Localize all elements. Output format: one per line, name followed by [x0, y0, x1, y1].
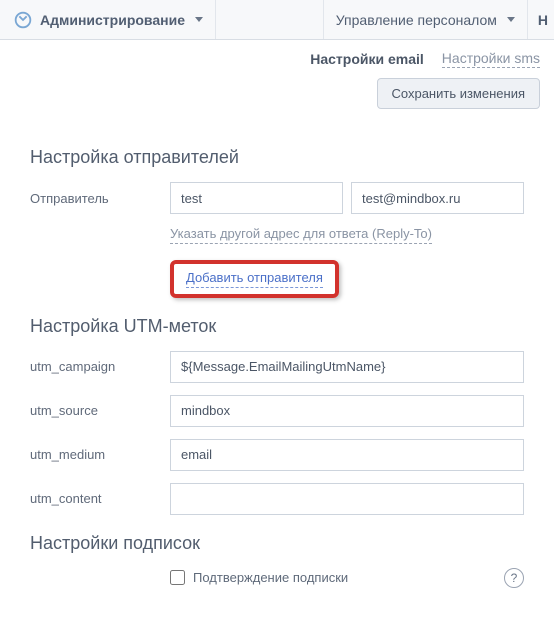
tab-email-settings[interactable]: Настройки email	[310, 51, 424, 67]
utm-campaign-row: utm_campaign	[30, 351, 524, 383]
reply-to-link[interactable]: Указать другой адрес для ответа (Reply-T…	[170, 226, 432, 244]
topbar-right: Управление персоналом Н	[323, 0, 554, 39]
top-bar: Администрирование Управление персоналом …	[0, 0, 554, 40]
reply-to-row: Указать другой адрес для ответа (Reply-T…	[30, 226, 524, 244]
logo-icon	[12, 9, 34, 31]
chevron-down-icon	[507, 17, 515, 22]
utm-medium-row: utm_medium	[30, 439, 524, 471]
utm-content-label: utm_content	[30, 491, 170, 506]
confirm-subscription-checkbox[interactable]	[170, 570, 185, 585]
utm-source-row: utm_source	[30, 395, 524, 427]
utm-campaign-label: utm_campaign	[30, 359, 170, 374]
save-row: Сохранить изменения	[0, 74, 554, 125]
add-sender-highlight: Добавить отправителя	[170, 260, 339, 298]
hr-label: Управление персоналом	[336, 12, 497, 28]
utm-medium-input[interactable]	[170, 439, 524, 471]
admin-menu[interactable]: Администрирование	[0, 0, 216, 39]
truncated-label: Н	[538, 12, 548, 28]
utm-content-row: utm_content	[30, 483, 524, 515]
admin-label: Администрирование	[40, 12, 185, 28]
hr-menu[interactable]: Управление персоналом	[323, 0, 527, 39]
utm-source-input[interactable]	[170, 395, 524, 427]
subscription-confirm-row: Подтверждение подписки ?	[30, 568, 524, 588]
chevron-down-icon	[195, 17, 203, 22]
truncated-menu[interactable]: Н	[527, 0, 554, 39]
subscriptions-heading: Настройки подписок	[30, 533, 524, 554]
save-button[interactable]: Сохранить изменения	[377, 78, 541, 109]
help-icon[interactable]: ?	[504, 568, 524, 588]
utm-heading: Настройка UTM-меток	[30, 316, 524, 337]
sender-email-input[interactable]	[351, 182, 524, 214]
topbar-left: Администрирование	[0, 0, 216, 39]
settings-tabs: Настройки email Настройки sms	[0, 40, 554, 74]
add-sender-row: Добавить отправителя	[30, 256, 524, 298]
tab-sms-settings[interactable]: Настройки sms	[442, 50, 540, 68]
sender-row: Отправитель	[30, 182, 524, 214]
utm-content-input[interactable]	[170, 483, 524, 515]
confirm-subscription-label: Подтверждение подписки	[193, 570, 348, 585]
senders-heading: Настройка отправителей	[30, 147, 524, 168]
utm-medium-label: utm_medium	[30, 447, 170, 462]
add-sender-link[interactable]: Добавить отправителя	[186, 270, 323, 288]
utm-source-label: utm_source	[30, 403, 170, 418]
sender-label: Отправитель	[30, 191, 170, 206]
sender-name-input[interactable]	[170, 182, 343, 214]
content: Настройка отправителей Отправитель Указа…	[0, 125, 554, 620]
utm-campaign-input[interactable]	[170, 351, 524, 383]
